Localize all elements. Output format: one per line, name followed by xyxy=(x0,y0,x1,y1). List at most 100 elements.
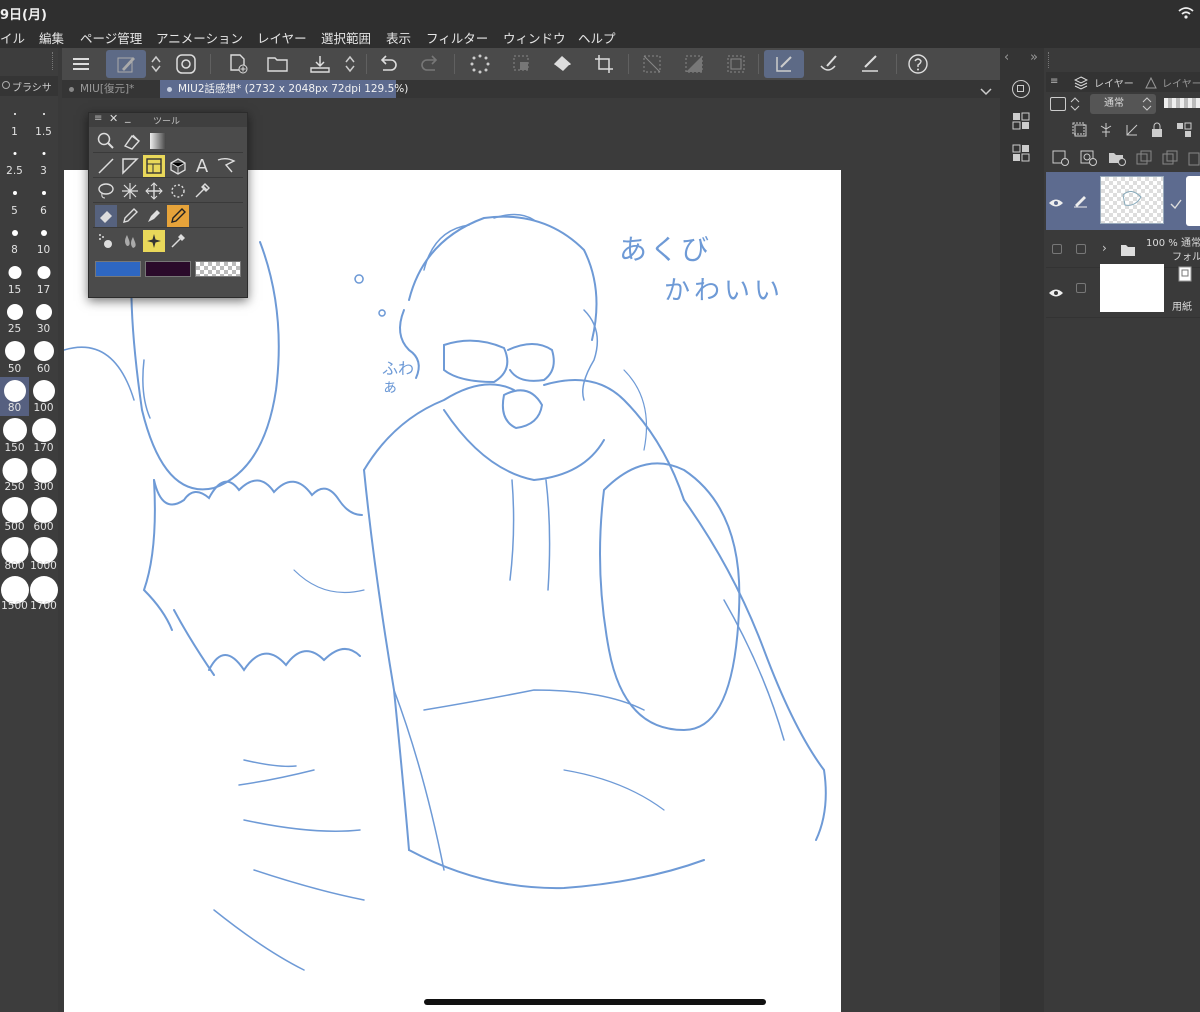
expression-color-icon[interactable] xyxy=(1050,97,1066,111)
menu-view[interactable]: 表示 xyxy=(386,28,411,47)
close-icon[interactable]: ✕ xyxy=(109,112,118,125)
eye-icon[interactable] xyxy=(1048,194,1064,213)
menu-file[interactable]: イル xyxy=(0,28,25,47)
menu-help[interactable]: ヘルプ xyxy=(578,28,616,47)
magic-wand-icon[interactable] xyxy=(119,180,141,202)
eyedropper-icon[interactable] xyxy=(167,230,189,252)
fill-icon[interactable] xyxy=(548,50,576,78)
zoom-icon[interactable] xyxy=(95,130,117,152)
lock-transparent-icon[interactable] xyxy=(1176,122,1192,142)
brush-size-3[interactable]: 3 xyxy=(29,140,58,180)
updown-icon[interactable] xyxy=(342,50,358,78)
panel-grip[interactable] xyxy=(1048,52,1052,68)
undo-icon[interactable] xyxy=(374,50,402,78)
main-color-chip[interactable] xyxy=(95,261,141,277)
panel-menu-icon[interactable]: ≡ xyxy=(1050,76,1058,87)
redo-icon[interactable] xyxy=(416,50,444,78)
brush-size-1000[interactable]: 1000 xyxy=(29,535,58,575)
brush-size-150[interactable]: 150 xyxy=(0,416,29,456)
border-icon[interactable] xyxy=(722,50,750,78)
3d-object-icon[interactable] xyxy=(167,155,189,177)
brush-size-25[interactable]: 25 xyxy=(0,298,29,338)
layer-property-icon[interactable] xyxy=(1012,144,1030,162)
delete-layer-icon[interactable] xyxy=(1188,150,1200,170)
move-icon[interactable] xyxy=(143,180,165,202)
frame-border-icon[interactable] xyxy=(143,155,165,177)
reference-layer-icon[interactable] xyxy=(1098,122,1114,142)
brush-size-250[interactable]: 250 xyxy=(0,456,29,496)
brush-size-500[interactable]: 500 xyxy=(0,495,29,535)
open-folder-icon[interactable] xyxy=(264,50,292,78)
brush-size-10[interactable]: 10 xyxy=(29,219,58,259)
navigator-icon[interactable] xyxy=(1012,80,1030,98)
invert-icon[interactable] xyxy=(680,50,708,78)
brush-tab-label[interactable]: ブラシサ xyxy=(12,79,52,94)
color-set-icon[interactable] xyxy=(1012,112,1030,130)
lock-checkbox[interactable] xyxy=(1076,244,1086,254)
menu-window[interactable]: ウィンドウ xyxy=(503,28,566,47)
collapse-left-icon[interactable]: ‹ xyxy=(1004,50,1009,65)
layer-row-drawing[interactable] xyxy=(1046,172,1200,230)
new-vector-layer-icon[interactable] xyxy=(1080,150,1098,170)
brush-size-600[interactable]: 600 xyxy=(29,495,58,535)
lasso-icon[interactable] xyxy=(95,180,117,202)
chevron-right-icon[interactable]: › xyxy=(1102,241,1107,255)
tab-layer-2[interactable]: レイヤー xyxy=(1162,75,1200,90)
brush-size-2.5[interactable]: 2.5 xyxy=(0,140,29,180)
new-file-icon[interactable] xyxy=(224,50,252,78)
spiral-icon[interactable] xyxy=(172,50,200,78)
brush-size-5[interactable]: 5 xyxy=(0,179,29,219)
updown-icon[interactable] xyxy=(148,50,164,78)
layer-row-paper[interactable]: 用紙 xyxy=(1046,264,1200,318)
eye-icon[interactable] xyxy=(1048,284,1064,303)
merge-down-icon[interactable] xyxy=(1162,150,1178,170)
blend-icon[interactable] xyxy=(119,230,141,252)
brush-size-300[interactable]: 300 xyxy=(29,456,58,496)
gradient-icon[interactable] xyxy=(147,130,169,152)
menu-selection[interactable]: 選択範囲 xyxy=(321,28,371,47)
menu-filter[interactable]: フィルター xyxy=(426,28,488,47)
save-icon[interactable] xyxy=(306,50,334,78)
ruler-pen-icon[interactable] xyxy=(764,50,804,78)
pen-line-icon[interactable] xyxy=(856,50,884,78)
selection-icon[interactable] xyxy=(508,50,536,78)
new-folder-icon[interactable] xyxy=(1108,150,1126,170)
smooth-brush-icon[interactable] xyxy=(814,50,842,78)
brush-size-1[interactable]: 1 xyxy=(0,100,29,140)
new-raster-layer-icon[interactable] xyxy=(1052,150,1070,170)
pencil-icon[interactable] xyxy=(167,205,189,227)
menu-animation[interactable]: アニメーション xyxy=(156,28,243,47)
brush-size-1700[interactable]: 1700 xyxy=(29,574,58,614)
draft-layer-icon[interactable] xyxy=(1124,122,1140,142)
ruler-icon[interactable] xyxy=(119,155,141,177)
lock-checkbox[interactable] xyxy=(1076,283,1086,293)
transform-dots-icon[interactable] xyxy=(466,50,494,78)
minimize-icon[interactable]: _ xyxy=(125,110,131,123)
menu-icon[interactable] xyxy=(68,50,96,78)
expand-right-icon[interactable]: » xyxy=(1030,50,1038,65)
line-icon[interactable] xyxy=(95,155,117,177)
tab-miu-recovered[interactable]: MIU[復元]* xyxy=(62,80,158,98)
transparent-color-chip[interactable] xyxy=(195,261,241,277)
brush-size-800[interactable]: 800 xyxy=(0,535,29,575)
eyedropper-select-icon[interactable] xyxy=(191,180,213,202)
tab-layer[interactable]: レイヤー xyxy=(1094,75,1134,90)
brush-size-60[interactable]: 60 xyxy=(29,337,58,377)
brush-size-17[interactable]: 17 xyxy=(29,258,58,298)
brush-size-6[interactable]: 6 xyxy=(29,179,58,219)
brush-size-100[interactable]: 100 xyxy=(29,377,58,417)
menu-edit[interactable]: 編集 xyxy=(39,28,64,47)
text-tool-icon[interactable]: A xyxy=(191,155,213,177)
brush-size-15[interactable]: 15 xyxy=(0,258,29,298)
pen-icon[interactable] xyxy=(119,205,141,227)
opacity-slider[interactable] xyxy=(1164,98,1200,108)
panel-grip[interactable] xyxy=(52,52,56,70)
balloon-icon[interactable] xyxy=(215,155,237,177)
crop-icon[interactable] xyxy=(590,50,618,78)
brush-size-170[interactable]: 170 xyxy=(29,416,58,456)
lock-icon[interactable] xyxy=(1150,122,1164,142)
tool-palette-titlebar[interactable]: ≡ ✕ _ ツール xyxy=(89,110,247,127)
blend-mode-select[interactable]: 通常 xyxy=(1090,94,1156,114)
menu-layer[interactable]: レイヤー xyxy=(257,28,307,47)
eraser-icon[interactable] xyxy=(95,205,117,227)
